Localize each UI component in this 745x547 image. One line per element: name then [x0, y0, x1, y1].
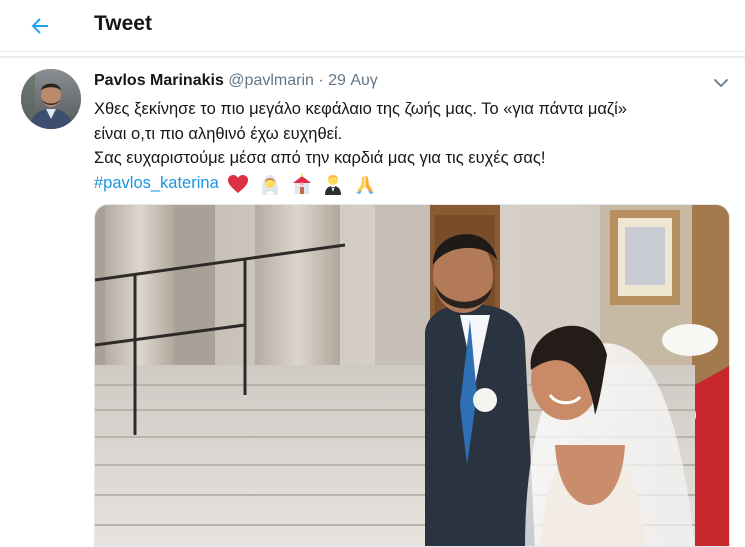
wedding-chapel-icon: [292, 173, 311, 194]
avatar-image: [21, 69, 81, 129]
bride-with-veil-icon: [261, 174, 278, 195]
man-in-tuxedo-icon: [325, 174, 342, 195]
author-handle[interactable]: @pavlmarin: [228, 72, 314, 89]
tweet-text-line: Σας ευχαριστούμε μέσα από την καρδιά μας…: [94, 149, 546, 167]
tweet-photo[interactable]: [94, 204, 730, 547]
chevron-down-icon: [714, 79, 728, 87]
wedding-photo: [95, 205, 729, 546]
page-header: Tweet: [0, 0, 745, 52]
red-heart-icon: [228, 174, 249, 193]
tweet-text-line: είναι ο,τι πιο αληθινό έχω ευχηθεί.: [94, 124, 343, 143]
tweet-author-line: Pavlos Marinakis @pavlmarin · 29 Αυγ: [94, 70, 378, 91]
tweet-text-line: Χθες ξεκίνησε το πιο μεγάλο κεφάλαιο της…: [94, 100, 627, 118]
meta-separator: ·: [318, 72, 324, 89]
tweet-text: Χθες ξεκίνησε το πιο μεγάλο κεφάλαιο της…: [94, 97, 734, 195]
arrow-left-icon: [31, 18, 48, 34]
avatar[interactable]: [21, 69, 81, 129]
hashtag-link[interactable]: #pavlos_katerina: [94, 174, 219, 192]
header-divider: [0, 56, 745, 58]
back-button[interactable]: [20, 6, 60, 46]
author-name[interactable]: Pavlos Marinakis: [94, 72, 224, 89]
tweet-menu-button[interactable]: [711, 73, 731, 93]
emoji-row: [227, 171, 380, 196]
hashtag-line: #pavlos_katerina: [94, 171, 734, 196]
page-title: Tweet: [94, 12, 152, 35]
tweet-date[interactable]: 29 Αυγ: [328, 72, 378, 89]
folded-hands-icon: [355, 175, 374, 194]
